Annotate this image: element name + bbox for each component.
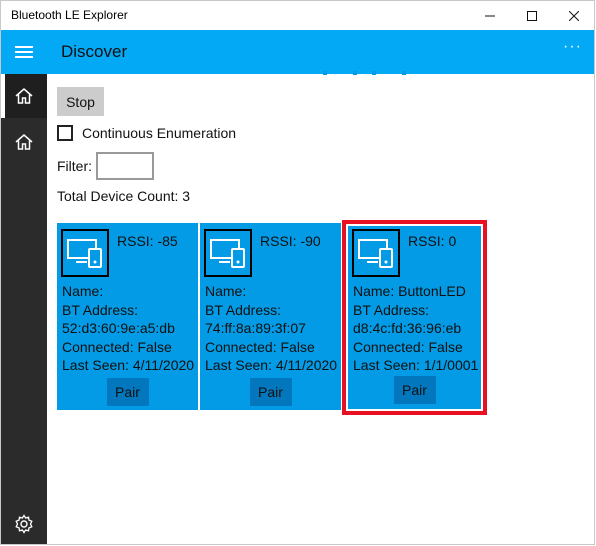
pair-button[interactable]: Pair: [393, 376, 436, 404]
home-icon: [15, 134, 33, 150]
device-name: Name:: [62, 283, 104, 299]
connected-status: Connected: False: [205, 338, 315, 355]
close-icon: [569, 10, 579, 21]
nav-item-home[interactable]: [1, 120, 47, 164]
filter-label: Filter:: [57, 158, 92, 174]
nav-item-settings[interactable]: [1, 502, 47, 546]
connected-status: Connected: False: [62, 338, 172, 355]
device-name: Name:: [205, 283, 247, 299]
filter-row: Filter:: [57, 151, 154, 181]
nav-pane: [1, 74, 47, 544]
devices-icon: [61, 229, 109, 277]
last-seen: Last Seen: 1/1/0001 1: [353, 357, 481, 373]
main-content: Stop Continuous Enumeration Filter: Tota…: [47, 74, 594, 544]
continuous-enumeration-checkbox[interactable]: [57, 125, 73, 141]
title-bar: Bluetooth LE Explorer: [1, 1, 594, 30]
device-name: Name: ButtonLED: [353, 283, 466, 299]
window-title: Bluetooth LE Explorer: [11, 8, 128, 22]
app-window: Bluetooth LE Explorer Discover ··· Stop …: [0, 0, 595, 545]
last-seen: Last Seen: 4/11/2020: [205, 357, 338, 373]
device-details: Name: BT Address: 52:d3:60:9e:a5:db Conn…: [62, 282, 194, 375]
device-card[interactable]: RSSI: -90 Name: BT Address: 74:ff:8a:89:…: [200, 223, 341, 410]
hamburger-icon: [15, 46, 33, 58]
bt-address-label: BT Address:: [62, 301, 139, 318]
selection-indicator: [1, 74, 5, 118]
maximize-button[interactable]: [509, 1, 555, 30]
bt-address-value: 52:d3:60:9e:a5:db: [62, 320, 175, 336]
close-button[interactable]: [551, 1, 596, 30]
filter-input[interactable]: [96, 152, 154, 180]
device-card-selected[interactable]: RSSI: 0 Name: ButtonLED BT Address: d8:4…: [348, 226, 481, 409]
minimize-button[interactable]: [467, 1, 513, 30]
hamburger-menu-button[interactable]: [1, 30, 47, 74]
rssi-value: RSSI: -85: [117, 233, 178, 249]
minimize-icon: [485, 15, 495, 16]
nav-item-home-selected[interactable]: [1, 74, 47, 118]
device-details: Name: ButtonLED BT Address: d8:4c:fd:36:…: [353, 282, 481, 375]
device-details: Name: BT Address: 74:ff:8a:89:3f:07 Conn…: [205, 282, 337, 375]
rssi-value: RSSI: -90: [260, 233, 321, 249]
devices-icon: [352, 229, 400, 277]
continuous-enumeration-label: Continuous Enumeration: [82, 125, 237, 141]
devices-icon: [204, 229, 252, 277]
device-count-label: Total Device Count: 3: [57, 188, 191, 204]
gear-icon: [15, 514, 33, 534]
page-title: Discover: [61, 42, 128, 61]
bt-address-value: d8:4c:fd:36:96:eb: [353, 320, 462, 336]
last-seen: Last Seen: 4/11/2020: [62, 357, 195, 373]
bt-address-value: 74:ff:8a:89:3f:07: [205, 320, 306, 336]
app-bar: Discover ···: [1, 30, 594, 74]
bt-address-label: BT Address:: [353, 301, 430, 318]
device-card[interactable]: RSSI: -85 Name: BT Address: 52:d3:60:9e:…: [57, 223, 198, 410]
home-icon: [15, 88, 33, 104]
bt-address-label: BT Address:: [205, 301, 282, 318]
stop-button[interactable]: Stop: [57, 87, 104, 116]
connected-status: Connected: False: [353, 338, 463, 355]
maximize-icon: [527, 10, 537, 21]
pair-button[interactable]: Pair: [249, 378, 292, 406]
continuous-enumeration-option[interactable]: Continuous Enumeration: [57, 123, 236, 143]
more-options-button[interactable]: ···: [563, 38, 582, 56]
rssi-value: RSSI: 0: [408, 233, 457, 249]
pair-button[interactable]: Pair: [106, 378, 149, 406]
